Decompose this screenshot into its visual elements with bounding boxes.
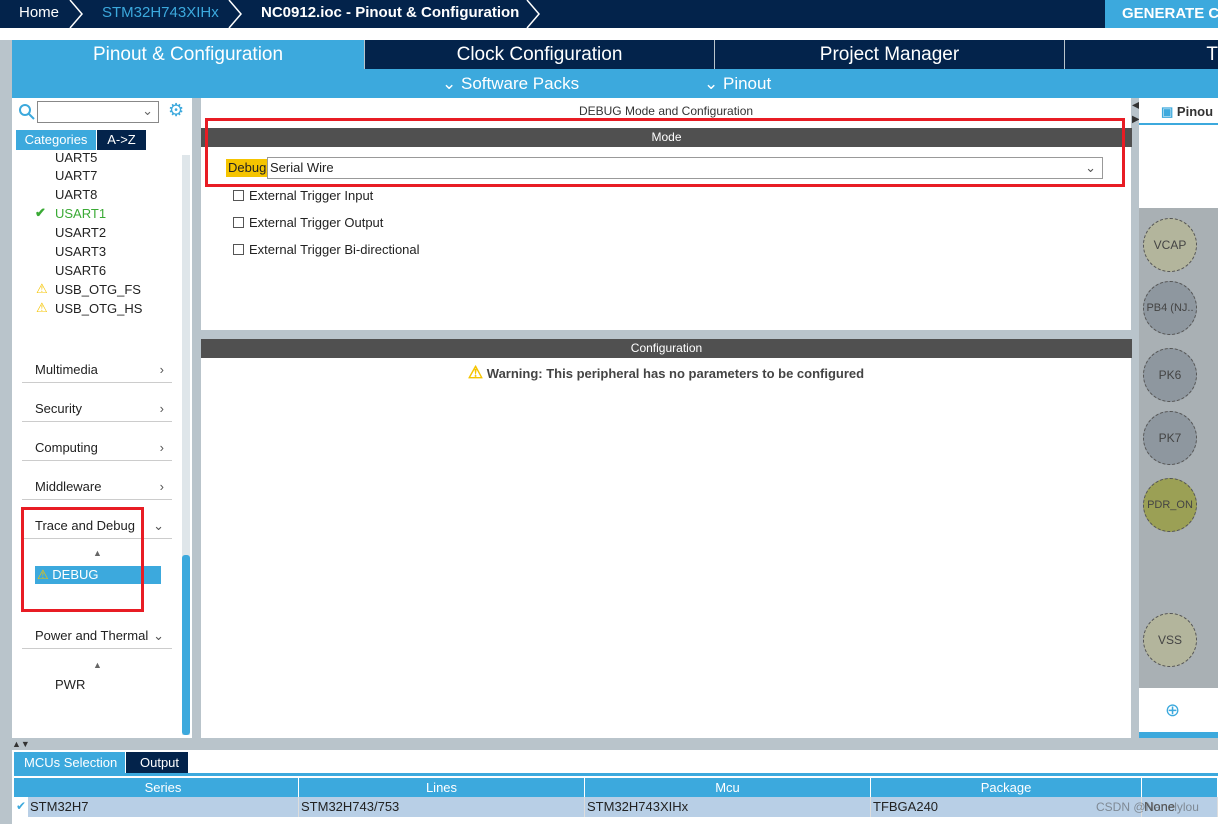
search-input[interactable]: ⌄ — [37, 101, 159, 123]
pinout-view-panel: ▣ Pinou VCAP PB4 (NJ.. PK6 PK7 PDR_ON VS… — [1139, 98, 1218, 738]
configuration-panel: DEBUG Mode and Configuration Mode Debug … — [200, 98, 1132, 738]
tab-project-manager[interactable]: Project Manager — [715, 40, 1064, 69]
list-item[interactable]: USART2 — [55, 225, 106, 240]
table-header: Series Lines Mcu Package — [14, 778, 1218, 797]
chip-icon: ▣ — [1161, 104, 1174, 119]
subtab-bar: ⌄ Software Packs ⌄ Pinout — [12, 69, 1218, 98]
list-item[interactable]: USART3 — [55, 244, 106, 259]
tab-pinout-configuration[interactable]: Pinout & Configuration — [12, 40, 364, 69]
scrollbar[interactable] — [1139, 732, 1218, 738]
tab-categories[interactable]: Categories — [16, 130, 96, 150]
category-multimedia[interactable]: Multimedia › — [22, 357, 172, 383]
category-power-and-thermal[interactable]: Power and Thermal ⌄ — [22, 623, 172, 649]
pin-pb4[interactable]: PB4 (NJ.. — [1143, 281, 1197, 335]
check-icon: ✔ — [35, 205, 46, 220]
scrollbar-track[interactable] — [182, 155, 190, 735]
category-middleware[interactable]: Middleware › — [22, 474, 172, 500]
chevron-right-icon: › — [159, 440, 164, 455]
list-item[interactable]: USART6 — [55, 263, 106, 278]
software-packs-label: Software Packs — [460, 74, 580, 93]
tab-output[interactable]: Output — [126, 752, 188, 773]
pin-pdr-on[interactable]: PDR_ON — [1143, 478, 1197, 532]
sort-icon[interactable]: ▲ — [93, 660, 102, 670]
tab-pinout-view[interactable]: ▣ Pinou — [1161, 104, 1213, 120]
column-series[interactable]: Series — [28, 778, 299, 797]
chevron-right-icon — [228, 0, 242, 28]
chevron-right-icon: › — [159, 479, 164, 494]
pin-pk7[interactable]: PK7 — [1143, 411, 1197, 465]
list-item[interactable]: UART8 — [55, 187, 97, 202]
chevron-right-icon: › — [159, 362, 164, 377]
breadcrumb-bar: Home STM32H743XIHx NC0912.ioc - Pinout &… — [0, 0, 1218, 28]
column-package[interactable]: Package — [871, 778, 1142, 797]
bottom-panel: MCUs Selection Output Series Lines Mcu P… — [12, 750, 1218, 824]
category-security[interactable]: Security › — [22, 396, 172, 422]
watermark: CSDN @Nanelylou — [1096, 800, 1199, 814]
column-extra[interactable] — [1142, 778, 1218, 797]
chevron-right-icon — [69, 0, 83, 28]
category-computing[interactable]: Computing › — [22, 435, 172, 461]
chip-view[interactable]: VCAP PB4 (NJ.. PK6 PK7 PDR_ON VSS — [1139, 208, 1218, 688]
chevron-right-icon: › — [159, 401, 164, 416]
checkbox-trigger-input[interactable]: External Trigger Input — [233, 188, 373, 203]
chevron-down-icon: ⌄ — [153, 628, 164, 643]
list-item[interactable]: UART5 — [55, 150, 97, 165]
breadcrumb-project[interactable]: NC0912.ioc - Pinout & Configuration — [261, 0, 519, 28]
warning-icon: ⚠ — [467, 363, 484, 382]
pinout-label: Pinout — [722, 74, 772, 93]
category-panel: ⌄ ⚙ Categories A->Z UART5 UART7 UART8 ✔ … — [12, 98, 192, 738]
panel-title: DEBUG Mode and Configuration — [578, 104, 754, 118]
cell-mcu: STM32H743XIHx — [585, 797, 871, 817]
list-item[interactable]: USB_OTG_FS — [55, 282, 141, 297]
pinout-menu[interactable]: ⌄ Pinout — [704, 69, 771, 98]
column-mcu[interactable]: Mcu — [585, 778, 871, 797]
tab-a-z[interactable]: A->Z — [97, 130, 146, 150]
highlight-box — [205, 118, 1125, 187]
highlight-box — [21, 507, 144, 612]
checkbox-trigger-bidir[interactable]: External Trigger Bi-directional — [233, 242, 420, 257]
chevron-down-icon: ⌄ — [153, 518, 164, 533]
search-icon — [19, 104, 35, 120]
chevron-down-icon: ⌄ — [704, 74, 719, 93]
chevron-down-icon: ⌄ — [442, 74, 457, 93]
spacer — [0, 28, 1218, 40]
list-item[interactable]: USB_OTG_HS — [55, 301, 142, 316]
software-packs-menu[interactable]: ⌄ Software Packs — [442, 69, 579, 98]
tab-mcus-selection[interactable]: MCUs Selection — [14, 752, 125, 773]
warning-icon: ⚠ — [36, 300, 48, 315]
pin-vss[interactable]: VSS — [1143, 613, 1197, 667]
resize-icon[interactable]: ▲▼ — [12, 739, 30, 749]
scrollbar-thumb[interactable] — [182, 555, 190, 735]
table-row[interactable]: ✔ STM32H7 STM32H743/753 STM32H743XIHx TF… — [14, 797, 1218, 817]
zoom-in-icon[interactable]: ⊕ — [1165, 700, 1180, 721]
category-list: UART5 UART7 UART8 ✔ USART1 USART2 USART3… — [12, 150, 192, 738]
chevron-down-icon: ⌄ — [142, 103, 153, 118]
tab-clock-configuration[interactable]: Clock Configuration — [365, 40, 714, 69]
pin-vcap[interactable]: VCAP — [1143, 218, 1197, 272]
tab-underline — [1139, 123, 1218, 125]
list-item-pwr[interactable]: PWR — [55, 677, 85, 692]
breadcrumb-mcu[interactable]: STM32H743XIHx — [102, 0, 219, 28]
pin-pk6[interactable]: PK6 — [1143, 348, 1197, 402]
column-lines[interactable]: Lines — [299, 778, 585, 797]
divider — [14, 773, 1218, 776]
config-header: Configuration — [201, 339, 1132, 358]
breadcrumb-home[interactable]: Home — [19, 0, 59, 28]
check-circle-icon: ✔ — [16, 799, 27, 813]
config-section: Configuration ⚠ Warning: This peripheral… — [201, 339, 1132, 738]
gear-icon[interactable]: ⚙ — [168, 100, 184, 121]
warning-icon: ⚠ — [36, 281, 48, 296]
cell-lines: STM32H743/753 — [299, 797, 585, 817]
list-item[interactable]: USART1 — [55, 206, 106, 221]
list-item[interactable]: UART7 — [55, 168, 97, 183]
chevron-right-icon — [526, 0, 540, 28]
warning-message: ⚠ Warning: This peripheral has no parame… — [467, 363, 865, 382]
generate-code-button[interactable]: GENERATE C — [1105, 0, 1218, 28]
tab-tools[interactable]: T — [1065, 40, 1218, 69]
checkbox-trigger-output[interactable]: External Trigger Output — [233, 215, 383, 230]
cell-series: STM32H7 — [28, 797, 299, 817]
